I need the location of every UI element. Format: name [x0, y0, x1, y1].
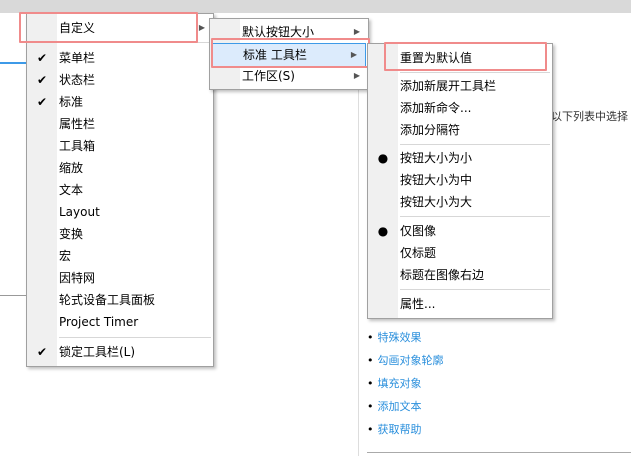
menu-item-size-small[interactable]: ● 按钮大小为小	[368, 147, 552, 169]
menu-item-add-separator[interactable]: 添加分隔符	[368, 119, 552, 141]
check-icon: ✔	[36, 73, 48, 87]
menu-item-label: 因特网	[59, 271, 96, 285]
menu-item-title-right[interactable]: 标题在图像右边	[368, 264, 552, 286]
panel-separator	[367, 452, 631, 453]
menu-item-toolbar[interactable]: 工具箱	[27, 135, 213, 157]
menu-item-toolbar[interactable]: ✔ 状态栏	[27, 69, 213, 91]
menu-item-label: Project Timer	[59, 315, 139, 329]
menu-item-label: 轮式设备工具面板	[59, 293, 156, 307]
link-special-effects[interactable]: • 特殊效果	[367, 329, 422, 345]
menu-item-toolbar[interactable]: ✔ 菜单栏	[27, 47, 213, 69]
highlight-box	[211, 38, 370, 68]
menu-item-toolbar[interactable]: 因特网	[27, 267, 213, 289]
menu-item-label: 菜单栏	[59, 51, 96, 65]
menu-item-label: 状态栏	[59, 73, 96, 87]
check-icon: ✔	[36, 95, 48, 109]
link-help[interactable]: • 获取帮助	[367, 421, 422, 437]
menu-item-toolbar[interactable]: Layout	[27, 201, 213, 223]
toolbar-context-menu: 自定义 ▶ ✔ 菜单栏 ✔ 状态栏 ✔ 标准 属性栏 工具箱 缩放 文本 Layout 变换宏因特网 轮式…	[26, 13, 214, 367]
menu-item-add-command[interactable]: 添加新命令...	[368, 97, 552, 119]
menu-item-toolbar[interactable]: 宏	[27, 245, 213, 267]
panel-hint: 从以下列表中选择	[540, 110, 628, 123]
link-outline[interactable]: • 勾画对象轮廓	[367, 352, 444, 368]
menu-item-toolbar[interactable]: Project Timer	[27, 311, 213, 333]
menu-item-toolbar[interactable]: 文本	[27, 179, 213, 201]
radio-bullet-icon: ●	[377, 224, 389, 238]
menu-item-image-only[interactable]: ● 仅图像	[368, 220, 552, 242]
menu-item-lock-toolbars[interactable]: ✔ 锁定工具栏(L)	[27, 341, 213, 363]
highlight-box	[19, 12, 198, 43]
menu-item-properties[interactable]: 属性...	[368, 293, 552, 315]
radio-bullet-icon: ●	[377, 151, 389, 165]
menu-item-label: 宏	[59, 249, 72, 263]
panel-border	[358, 60, 359, 456]
menu-item-toolbar[interactable]: 变换	[27, 223, 213, 245]
menu-item-label: 工具箱	[59, 139, 96, 153]
menu-item-toolbar[interactable]: ✔ 标准	[27, 91, 213, 113]
tab-indicator	[0, 62, 26, 64]
menu-item-label: 属性栏	[59, 117, 96, 131]
check-icon: ✔	[36, 345, 48, 359]
menu-item-toolbar[interactable]: 缩放	[27, 157, 213, 179]
check-icon: ✔	[36, 51, 48, 65]
menu-item-toolbar[interactable]: 轮式设备工具面板	[27, 289, 213, 311]
link-add-text[interactable]: • 添加文本	[367, 398, 422, 414]
menu-item-label: Layout	[59, 205, 100, 219]
menu-item-label: 变换	[59, 227, 84, 241]
menu-item-add-flyout[interactable]: 添加新展开工具栏	[368, 75, 552, 97]
menu-item-title-only[interactable]: 仅标题	[368, 242, 552, 264]
divider	[0, 295, 26, 296]
standard-toolbar-submenu: 重置为默认值 添加新展开工具栏 添加新命令... 添加分隔符 ● 按钮大小为小 按…	[367, 43, 553, 319]
highlight-box	[384, 42, 547, 71]
menu-item-workspace[interactable]: 工作区(S) ▶	[210, 65, 368, 87]
menu-item-label: 标准	[59, 95, 84, 109]
link-fill[interactable]: • 填充对象	[367, 375, 422, 391]
menu-item-label: 缩放	[59, 161, 84, 175]
menu-item-toolbar[interactable]: 属性栏	[27, 113, 213, 135]
menu-item-size-medium[interactable]: 按钮大小为中	[368, 169, 552, 191]
menu-item-label: 文本	[59, 183, 84, 197]
menu-item-size-large[interactable]: 按钮大小为大	[368, 191, 552, 213]
